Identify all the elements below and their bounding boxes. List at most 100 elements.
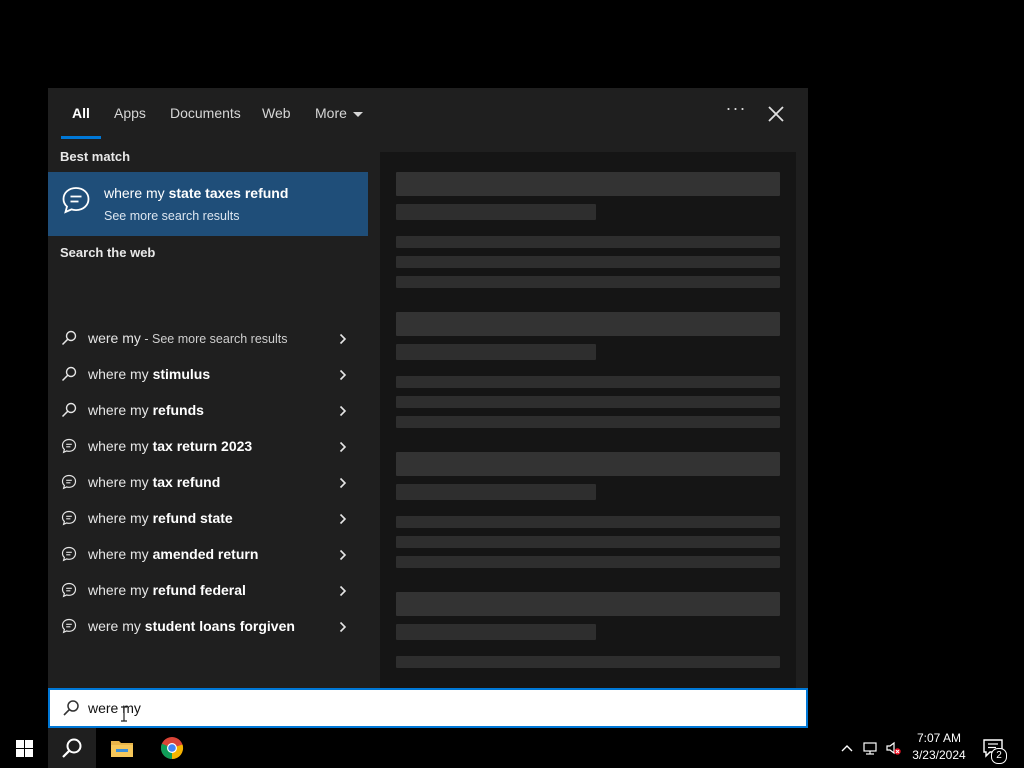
preview-placeholder-line [396, 396, 780, 408]
web-suggestion-item[interactable]: where my refund state [48, 501, 368, 537]
tab-apps[interactable]: Apps [114, 105, 146, 121]
system-clock[interactable]: 7:07 AM 3/23/2024 [900, 730, 978, 764]
web-suggestion-item[interactable]: where my refund federal [48, 573, 368, 609]
suggestion-typed-part: where my [88, 510, 153, 526]
web-suggestion-item[interactable]: were my - See more search results [48, 321, 368, 357]
search-icon [61, 330, 77, 346]
taskbar-search-button[interactable] [48, 728, 96, 768]
best-match-title-normal: where my [104, 185, 169, 201]
suggestion-typed-part: where my [88, 366, 153, 382]
suggestion-completion-part: refund federal [152, 582, 246, 598]
preview-placeholder-line [396, 276, 780, 288]
suggestion-completion-part: amended return [152, 546, 259, 562]
chevron-right-icon[interactable] [337, 620, 349, 633]
suggestion-completion-part: tax refund [152, 474, 221, 490]
chat-bubble-icon [61, 510, 77, 526]
preview-placeholder-line [396, 236, 780, 248]
best-match-result[interactable]: where my state taxes refund See more sea… [48, 172, 368, 236]
start-search-panel: All Apps Documents Web More ··· Best mat… [48, 88, 808, 688]
preview-pane-loading [380, 152, 796, 688]
web-suggestion-item[interactable]: where my refunds [48, 393, 368, 429]
tab-more[interactable]: More [315, 105, 363, 121]
show-hidden-icons-chevron-up-icon[interactable] [839, 741, 855, 757]
search-input[interactable]: were my [88, 700, 141, 716]
notification-count-badge: 2 [991, 748, 1007, 764]
preview-placeholder-line [396, 536, 780, 548]
chevron-right-icon[interactable] [337, 548, 349, 561]
web-suggestion-text: were my student loans forgiven [88, 618, 295, 634]
network-icon[interactable] [862, 740, 878, 756]
best-match-title: where my state taxes refund [104, 185, 288, 201]
volume-muted-icon[interactable] [885, 740, 901, 756]
web-suggestion-item[interactable]: where my stimulus [48, 357, 368, 393]
close-icon[interactable] [764, 102, 788, 126]
suggestion-completion-part: refund state [152, 510, 233, 526]
ellipsis-icon[interactable]: ··· [724, 99, 748, 124]
preview-placeholder-line [396, 204, 596, 220]
file-explorer-icon [111, 741, 133, 757]
suggestion-typed-part: where my [88, 582, 153, 598]
web-suggestion-item[interactable]: where my tax refund [48, 465, 368, 501]
preview-placeholder-line [396, 624, 596, 640]
preview-placeholder-heading [396, 312, 780, 336]
search-tabs: All Apps Documents Web More ··· [48, 88, 808, 140]
web-suggestion-text: where my tax return 2023 [88, 438, 252, 454]
suggestion-typed-part: where my [88, 474, 153, 490]
clock-date: 3/23/2024 [912, 748, 966, 762]
tab-web[interactable]: Web [262, 105, 291, 121]
search-box[interactable]: were my [48, 688, 808, 728]
chevron-right-icon[interactable] [337, 476, 349, 489]
preview-placeholder-line [396, 416, 780, 428]
preview-placeholder-line [396, 484, 596, 500]
search-icon [63, 700, 79, 716]
suggestion-completion-part: tax return 2023 [152, 438, 253, 454]
preview-placeholder-line [396, 556, 780, 568]
chevron-right-icon[interactable] [337, 584, 349, 597]
search-icon [61, 402, 77, 418]
preview-placeholder-line [396, 516, 780, 528]
web-suggestion-text: where my tax refund [88, 474, 220, 490]
suggestion-typed-part: where my [88, 546, 153, 562]
preview-placeholder-line [396, 656, 780, 668]
file-explorer-button[interactable] [98, 728, 146, 768]
suggestion-typed-part: were my [88, 618, 145, 634]
search-icon [61, 366, 77, 382]
best-match-heading: Best match [60, 149, 131, 164]
start-button[interactable] [0, 728, 48, 768]
chat-bubble-icon [61, 546, 77, 562]
chat-bubble-icon [61, 474, 77, 490]
results-list: Best match where my state taxes refund S… [48, 140, 370, 688]
taskbar: 7:07 AM 3/23/2024 2 [0, 728, 1024, 768]
chevron-right-icon[interactable] [337, 404, 349, 417]
chevron-down-icon [352, 111, 363, 117]
chevron-right-icon[interactable] [337, 332, 349, 345]
preview-placeholder-heading [396, 452, 780, 476]
chevron-right-icon[interactable] [337, 512, 349, 525]
chat-bubble-icon [62, 187, 90, 214]
suggestion-typed-part: where my [88, 402, 153, 418]
suggestion-typed-part: where my [88, 438, 153, 454]
suggestion-suffix: - See more search results [140, 332, 288, 346]
web-suggestion-item[interactable]: where my amended return [48, 537, 368, 573]
suggestion-typed-part: were my [88, 330, 141, 346]
chrome-button[interactable] [148, 728, 196, 768]
web-suggestion-text: where my stimulus [88, 366, 210, 382]
web-suggestion-text: were my - See more search results [88, 330, 288, 346]
web-suggestion-text: where my refund state [88, 510, 233, 526]
tab-all[interactable]: All [72, 105, 90, 121]
preview-placeholder-line [396, 256, 780, 268]
text-cursor-icon [121, 706, 127, 722]
clock-time: 7:07 AM [916, 731, 962, 745]
chevron-right-icon[interactable] [337, 368, 349, 381]
tab-more-label: More [315, 105, 347, 121]
suggestion-completion-part: refunds [152, 402, 204, 418]
preview-placeholder-heading [396, 592, 780, 616]
web-suggestion-item[interactable]: were my student loans forgiven [48, 609, 368, 645]
preview-placeholder-line [396, 344, 596, 360]
windows-logo-icon [16, 740, 33, 757]
preview-placeholder-line [396, 376, 780, 388]
best-match-subtitle: See more search results [104, 209, 240, 223]
chevron-right-icon[interactable] [337, 440, 349, 453]
web-suggestion-item[interactable]: where my tax return 2023 [48, 429, 368, 465]
tab-documents[interactable]: Documents [170, 105, 241, 121]
